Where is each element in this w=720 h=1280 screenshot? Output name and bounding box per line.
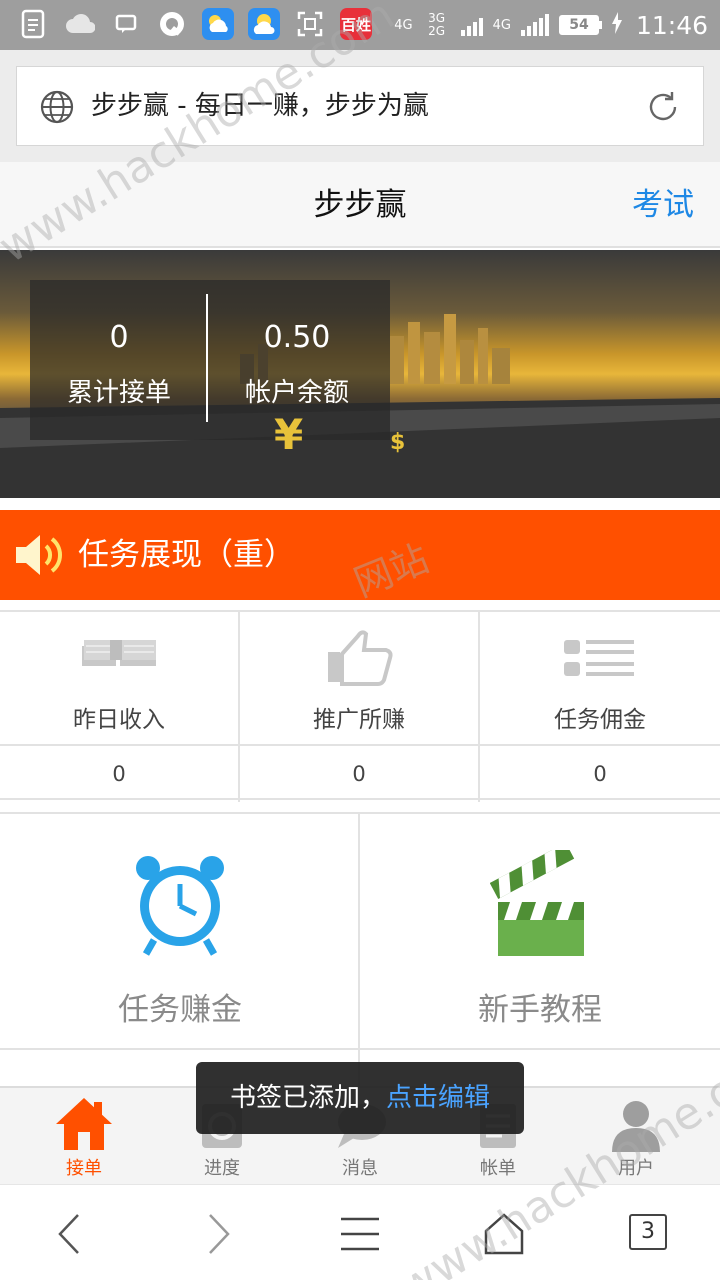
page-header: 步步赢 考试 — [0, 162, 720, 248]
tabs-count-button[interactable]: 3 — [629, 1214, 667, 1250]
weather-app-icon — [202, 8, 234, 40]
forward-icon[interactable] — [190, 1207, 244, 1261]
feature-tiles: 任务赚金 新手教程 — [0, 812, 720, 1088]
page-title: 步步赢 — [313, 187, 407, 223]
tab-orders[interactable]: 接单 — [15, 1088, 153, 1184]
signal-icon-2 — [520, 14, 549, 36]
status-bar: 百姓 4G 3G 2G 4G 54 11:46 — [0, 0, 720, 50]
thumbs-up-icon — [320, 626, 400, 690]
url-text[interactable]: 步步赢 - 每日一赚，步步为赢 — [91, 67, 429, 145]
tab-label: 进度 — [204, 1158, 240, 1179]
toast-text: 书签已添加， — [229, 1083, 386, 1113]
address-bar-container: 步步赢 - 每日一赚，步步为赢 — [0, 50, 720, 162]
earnings-stats: 昨日收入 推广所赚 任务佣金 0 0 0 — [0, 610, 720, 802]
stat-value: 0 — [0, 746, 240, 802]
tile-task-earnings[interactable]: 任务赚金 — [0, 814, 360, 1050]
bookmark-toast: 书签已添加，点击编辑 — [196, 1062, 524, 1134]
dollar-symbol-icon: $ — [390, 430, 406, 455]
tab-label: 帐单 — [480, 1158, 516, 1179]
banner: 0 累计接单 0.50 帐户余额 ¥ $ — [0, 250, 720, 498]
stats-values-row: 0 0 0 — [0, 744, 720, 802]
back-icon[interactable] — [44, 1207, 98, 1261]
total-orders-label: 累计接单 — [66, 378, 171, 408]
money-stack-icon — [80, 626, 160, 690]
document-icon — [18, 8, 50, 40]
tab-label: 接单 — [66, 1158, 102, 1179]
stat-label: 任务佣金 — [554, 707, 646, 733]
balance-value: 0.50 — [263, 320, 331, 355]
alarm-clock-icon — [130, 850, 230, 960]
tab-label: 消息 — [342, 1158, 378, 1179]
q-app-icon — [156, 8, 188, 40]
tile-label: 新手教程 — [478, 992, 602, 1028]
exam-link[interactable]: 考试 — [632, 162, 694, 248]
tile-label: 任务赚金 — [118, 992, 242, 1028]
home-icon — [54, 1096, 114, 1152]
speaker-icon — [12, 530, 68, 580]
network-label-2: 3G 2G — [428, 11, 446, 38]
weather-app-icon-2 — [248, 8, 280, 40]
tab-user[interactable]: 用户 — [567, 1088, 705, 1184]
stat-label: 昨日收入 — [73, 707, 165, 733]
clapperboard-icon — [489, 842, 590, 960]
balance-label: 帐户余额 — [244, 378, 349, 408]
notice-text: 任务展现（重） — [78, 537, 295, 573]
chat-icon — [110, 8, 142, 40]
tab-label: 用户 — [618, 1158, 654, 1179]
stat-yesterday-income[interactable]: 昨日收入 — [0, 612, 240, 744]
stat-value: 0 — [240, 746, 480, 802]
cloud-icon — [64, 8, 96, 40]
stat-promotion-earnings[interactable]: 推广所赚 — [240, 612, 480, 744]
account-summary: 0 累计接单 0.50 帐户余额 — [30, 280, 390, 440]
stat-task-commission[interactable]: 任务佣金 — [480, 612, 720, 744]
reload-icon[interactable] — [643, 87, 683, 127]
network-label-1: 4G — [394, 17, 413, 33]
stat-label: 推广所赚 — [313, 707, 405, 733]
user-icon — [606, 1096, 666, 1152]
battery-level: 54 — [558, 15, 599, 35]
battery-icon: 54 — [558, 15, 602, 35]
clock: 11:46 — [635, 10, 708, 40]
signal-icon — [460, 14, 483, 36]
menu-icon[interactable] — [333, 1207, 387, 1261]
total-orders-value: 0 — [109, 320, 129, 355]
stat-value: 0 — [593, 762, 607, 786]
globe-icon — [39, 89, 75, 125]
baixing-app-label: 百姓 — [340, 15, 371, 34]
yen-symbol-icon: ¥ — [274, 410, 304, 459]
toast-edit-link[interactable]: 点击编辑 — [386, 1083, 490, 1113]
charging-icon — [611, 12, 622, 38]
tile-beginner-tutorial[interactable]: 新手教程 — [360, 814, 720, 1050]
list-icon — [560, 626, 640, 690]
network-label-3: 4G — [492, 17, 511, 33]
address-bar[interactable]: 步步赢 - 每日一赚，步步为赢 — [16, 66, 704, 146]
home-nav-icon[interactable] — [477, 1207, 531, 1261]
notice-bar[interactable]: 任务展现（重） — [0, 510, 720, 600]
browser-navigation-bar — [0, 1184, 720, 1280]
scan-icon — [294, 8, 326, 40]
total-orders-stat[interactable]: 0 累计接单 — [30, 280, 208, 440]
baixing-app-icon: 百姓 — [340, 8, 372, 40]
